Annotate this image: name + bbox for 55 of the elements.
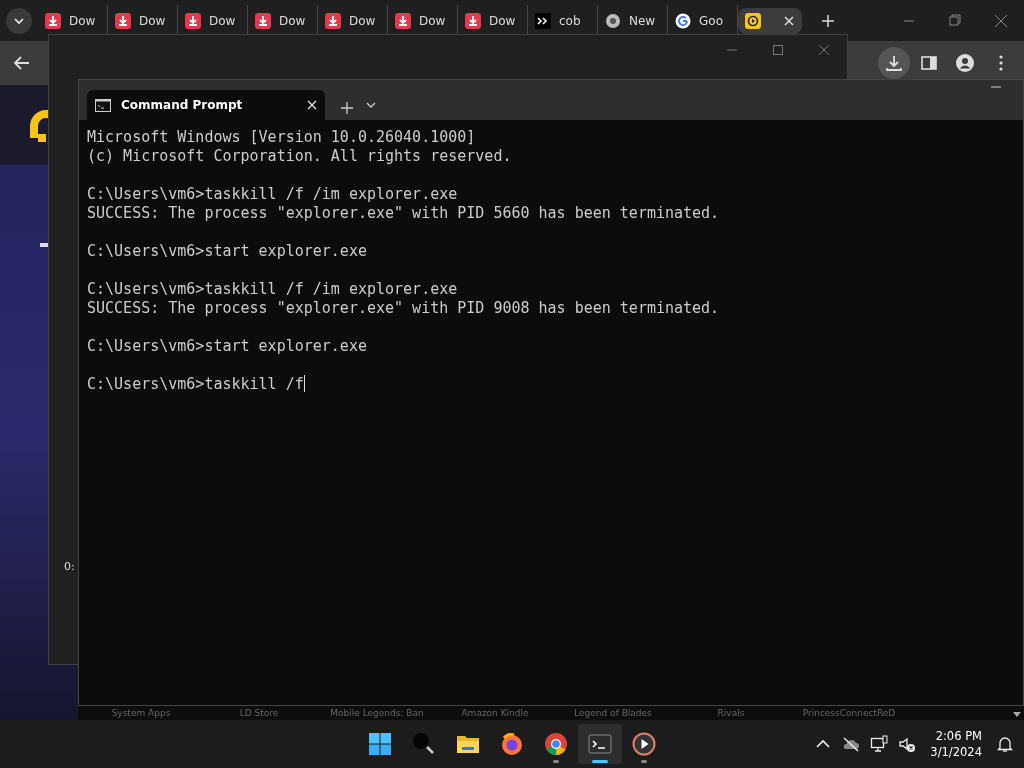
console-line: SUCCESS: The process "explorer.exe" with PID 9008 has been terminated. (87, 299, 721, 318)
firefox-icon (500, 732, 524, 756)
console-line: (c) Microsoft Corporation. All rights reserved. (87, 147, 513, 166)
logo-icon (30, 110, 48, 142)
download-icon (45, 12, 61, 29)
console-line: C:\Users\vm6>taskkill /f /im explorer.exe (87, 185, 459, 204)
console-line: C:\Users\vm6>start explorer.exe (87, 242, 368, 261)
console-line: C:\Users\vm6>taskkill /f /im explorer.exe (87, 280, 459, 299)
clock-date: 3/1/2024 (930, 744, 982, 760)
app-label[interactable]: Legend of Blades (558, 706, 668, 720)
download-icon (884, 53, 904, 73)
chrome-icon (544, 732, 568, 756)
windows-icon (368, 732, 392, 756)
volume-muted-icon[interactable] (898, 735, 917, 753)
play-icon (632, 732, 656, 756)
console-line: C:\Users\vm6>start explorer.exe (87, 337, 368, 356)
google-icon (675, 12, 691, 29)
app-label[interactable]: Rivals (676, 706, 786, 720)
cloud-off-icon[interactable] (842, 735, 861, 753)
console-line: C:\Users\vm6>taskkill /f (87, 375, 306, 394)
player-icon (745, 12, 761, 29)
network-icon[interactable] (870, 735, 889, 753)
globe-icon (605, 12, 621, 29)
app-label[interactable]: System Apps (86, 706, 196, 720)
app-label[interactable]: LD Store (204, 706, 314, 720)
terminal-tab[interactable]: Command Prompt (87, 90, 325, 120)
clock[interactable]: 2:06 PM 3/1/2024 (930, 728, 982, 760)
close-icon[interactable] (784, 15, 794, 26)
download-icon (115, 12, 131, 29)
taskbar-app[interactable] (578, 724, 622, 764)
app-label[interactable]: PrincessConnectReD (794, 706, 904, 720)
download-icon (185, 12, 201, 29)
search-icon (412, 732, 436, 756)
bell-icon[interactable] (996, 735, 1014, 753)
download-icon (395, 12, 411, 29)
profile-icon[interactable] (955, 53, 975, 73)
dash-mark (40, 243, 48, 247)
download-icon (465, 12, 481, 29)
tab-search-button[interactable] (6, 7, 32, 34)
terminal-icon (588, 732, 612, 756)
app-label[interactable]: Mobile Legends: Ban (322, 706, 432, 720)
browser-tab[interactable] (738, 7, 802, 34)
clock-time: 2:06 PM (935, 728, 982, 744)
console-line: SUCCESS: The process "explorer.exe" with PID 5660 has been terminated. (87, 204, 721, 223)
side-panel-icon[interactable] (919, 53, 939, 73)
console-icon (95, 98, 111, 112)
chevron-down-icon (14, 15, 24, 26)
app-label[interactable]: Amazon Kindle (440, 706, 550, 720)
console-line: Microsoft Windows [Version 10.0.26040.1000] (87, 128, 477, 147)
download-icon (255, 12, 271, 29)
prompt-icon (535, 12, 551, 29)
timestamp: 0: (64, 560, 75, 573)
close-icon[interactable] (307, 100, 317, 110)
download-icon (325, 12, 341, 29)
new-tab-icon[interactable] (341, 102, 353, 114)
